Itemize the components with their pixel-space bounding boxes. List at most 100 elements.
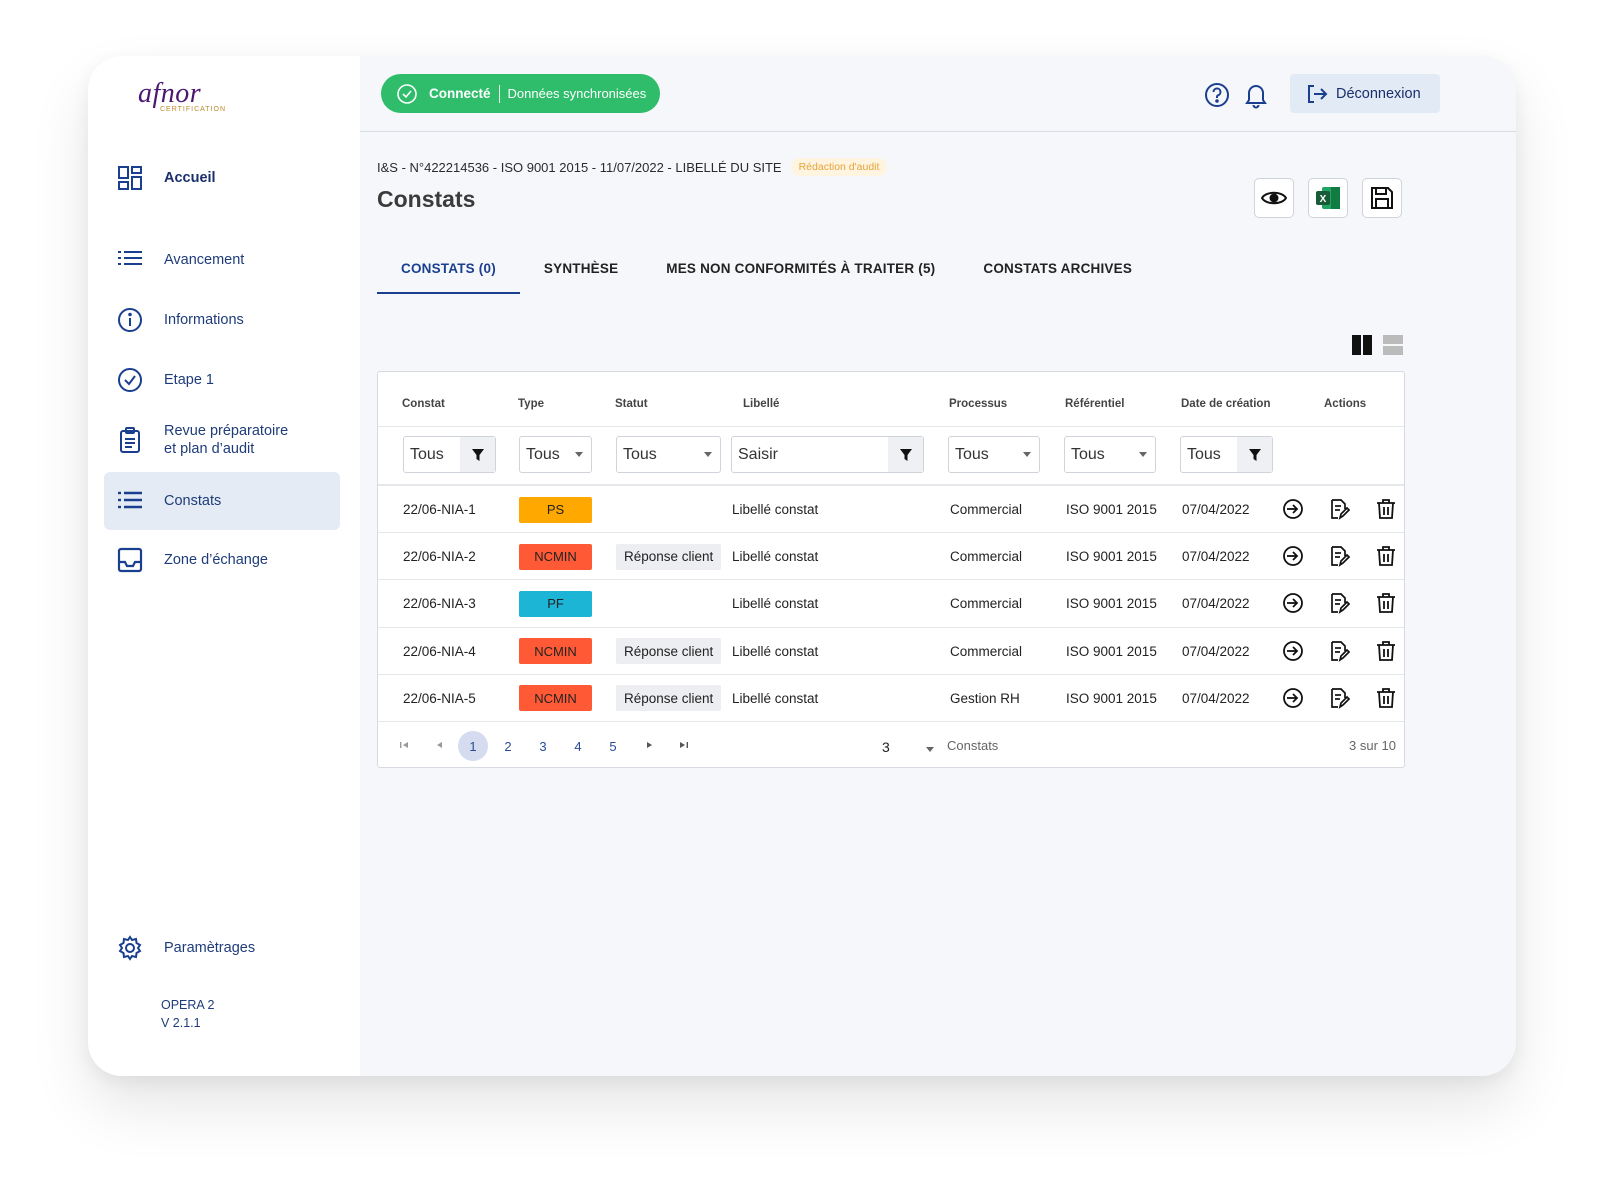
connection-status: Connecté Données synchronisées xyxy=(381,74,660,113)
chevron-down-icon xyxy=(1139,452,1147,457)
page-button[interactable]: 4 xyxy=(563,731,593,761)
page-button[interactable]: 3 xyxy=(528,731,558,761)
trash-icon[interactable] xyxy=(1375,545,1397,567)
filter-value: Tous xyxy=(410,445,444,463)
edit-document-icon[interactable] xyxy=(1328,545,1351,568)
cell-statut: Réponse client xyxy=(616,628,722,675)
trash-icon[interactable] xyxy=(1375,498,1397,520)
type-badge: PS xyxy=(519,496,592,523)
gear-icon xyxy=(110,928,150,968)
page-title: Constats xyxy=(377,186,476,212)
column-header-statut[interactable]: Statut xyxy=(615,398,648,410)
export-excel-button[interactable]: X xyxy=(1308,178,1348,218)
sidebar-item-parametrages[interactable]: Paramètrages xyxy=(104,926,340,970)
filter-referentiel[interactable]: Tous xyxy=(1064,436,1156,473)
filter-processus[interactable]: Tous xyxy=(948,436,1040,473)
table-row[interactable]: 22/06-NIA-1 PS Libellé constat Commercial IS… xyxy=(378,485,1404,532)
filter-constat[interactable]: Tous xyxy=(403,436,496,473)
filter-value: Tous xyxy=(1071,445,1105,463)
info-icon xyxy=(110,300,150,340)
open-icon[interactable] xyxy=(1282,592,1304,614)
column-header-libelle[interactable]: Libellé xyxy=(743,398,779,410)
dashboard-icon xyxy=(110,158,150,198)
edit-document-icon[interactable] xyxy=(1328,640,1351,662)
trash-icon[interactable] xyxy=(1375,687,1397,709)
sidebar-item-zone-echange[interactable]: Zone d’échange xyxy=(104,538,340,582)
sidebar-item-label: Avancement xyxy=(164,252,245,268)
sidebar-item-accueil[interactable]: Accueil xyxy=(104,156,340,200)
sidebar-item-revue[interactable]: Revue préparatoire et plan d’audit xyxy=(104,416,340,464)
edit-document-icon[interactable] xyxy=(1328,592,1351,615)
next-page-icon[interactable] xyxy=(645,740,655,750)
edit-document-icon[interactable] xyxy=(1328,687,1351,709)
cell-constat: 22/06-NIA-3 xyxy=(403,596,476,612)
type-badge: NCMIN xyxy=(519,638,592,665)
chevron-down-icon xyxy=(704,452,712,457)
open-icon[interactable] xyxy=(1282,687,1304,709)
preview-button[interactable] xyxy=(1254,178,1294,218)
sidebar-item-constats[interactable]: Constats xyxy=(104,472,340,530)
constats-table: Constat Type Statut Libellé Processus Ré… xyxy=(377,371,1405,768)
cell-libelle: Libellé constat xyxy=(732,596,819,612)
sidebar-item-etape1[interactable]: Etape 1 xyxy=(104,358,340,402)
logout-button[interactable]: Déconnexion xyxy=(1290,74,1440,113)
per-page-select[interactable]: 3 xyxy=(868,736,934,758)
table-row[interactable]: 22/06-NIA-4 NCMIN Réponse client Libellé co… xyxy=(378,626,1404,675)
column-header-referentiel[interactable]: Référentiel xyxy=(1065,398,1124,410)
table-row[interactable]: 22/06-NIA-2 NCMIN Réponse client Libellé co… xyxy=(378,532,1404,579)
cell-referentiel: ISO 9001 2015 xyxy=(1066,549,1157,565)
filter-icon[interactable] xyxy=(460,437,495,472)
filter-value: Tous xyxy=(1187,445,1221,463)
afnor-logo[interactable]: afnor CERTIFICATION xyxy=(138,80,258,120)
first-page-icon[interactable] xyxy=(399,740,409,750)
column-header-constat[interactable]: Constat xyxy=(402,398,445,410)
trash-icon[interactable] xyxy=(1375,592,1397,614)
edit-document-icon[interactable] xyxy=(1328,498,1351,520)
trash-icon[interactable] xyxy=(1375,640,1397,662)
open-icon[interactable] xyxy=(1282,498,1304,520)
version-number: V 2.1.1 xyxy=(161,1016,201,1030)
filter-icon[interactable] xyxy=(1237,437,1272,472)
filter-date[interactable]: Tous xyxy=(1180,436,1273,473)
tab-constats[interactable]: CONSTATS (0) xyxy=(377,246,520,294)
cell-constat: 22/06-NIA-5 xyxy=(403,690,476,706)
save-button[interactable] xyxy=(1362,178,1402,218)
sidebar-item-label: Zone d’échange xyxy=(164,552,268,568)
filter-statut[interactable]: Tous xyxy=(616,436,721,473)
sidebar-item-informations[interactable]: Informations xyxy=(104,298,340,342)
tab-non-conformites[interactable]: MES NON CONFORMITÉS À TRAITER (5) xyxy=(642,246,959,294)
list-view-icon[interactable] xyxy=(1383,335,1403,355)
column-header-date[interactable]: Date de création xyxy=(1181,398,1270,410)
statut-badge: Réponse client xyxy=(616,543,722,570)
statut-badge: Réponse client xyxy=(616,638,722,665)
page-button[interactable]: 2 xyxy=(493,731,523,761)
chevron-down-icon xyxy=(925,746,934,752)
prev-page-icon[interactable] xyxy=(434,740,444,750)
breadcrumb: I&S - N°422214536 - ISO 9001 2015 - 11/0… xyxy=(377,158,888,176)
filter-libelle[interactable]: Saisir xyxy=(731,436,924,473)
table-row[interactable]: 22/06-NIA-5 NCMIN Réponse client Libellé co… xyxy=(378,673,1404,721)
column-header-type[interactable]: Type xyxy=(518,398,544,410)
open-icon[interactable] xyxy=(1282,640,1304,662)
filter-icon[interactable] xyxy=(888,437,923,472)
cell-type: PS xyxy=(519,486,592,533)
sidebar-item-avancement[interactable]: Avancement xyxy=(104,238,340,282)
filter-value: Tous xyxy=(526,445,560,463)
page-button[interactable]: 5 xyxy=(598,731,628,761)
tab-constats-archives[interactable]: CONSTATS ARCHIVES xyxy=(959,246,1156,294)
pagination: 1 2 3 4 5 3 Constats 3 sur 10 xyxy=(378,721,1404,768)
open-icon[interactable] xyxy=(1282,545,1304,567)
sidebar-item-label: Accueil xyxy=(164,170,216,186)
filter-type[interactable]: Tous xyxy=(519,436,592,473)
sidebar-item-label: Constats xyxy=(164,493,222,509)
bell-icon[interactable] xyxy=(1243,81,1269,109)
sidebar-item-label: Informations xyxy=(164,312,244,328)
last-page-icon[interactable] xyxy=(679,740,689,750)
table-row[interactable]: 22/06-NIA-3 PF Libellé constat Commercial IS… xyxy=(378,579,1404,626)
tab-synthese[interactable]: SYNTHÈSE xyxy=(520,246,642,294)
grid-view-icon[interactable] xyxy=(1352,335,1372,355)
page-button[interactable]: 1 xyxy=(458,731,488,761)
help-icon[interactable] xyxy=(1204,82,1230,108)
cell-statut: Réponse client xyxy=(616,533,722,580)
column-header-processus[interactable]: Processus xyxy=(949,398,1007,410)
